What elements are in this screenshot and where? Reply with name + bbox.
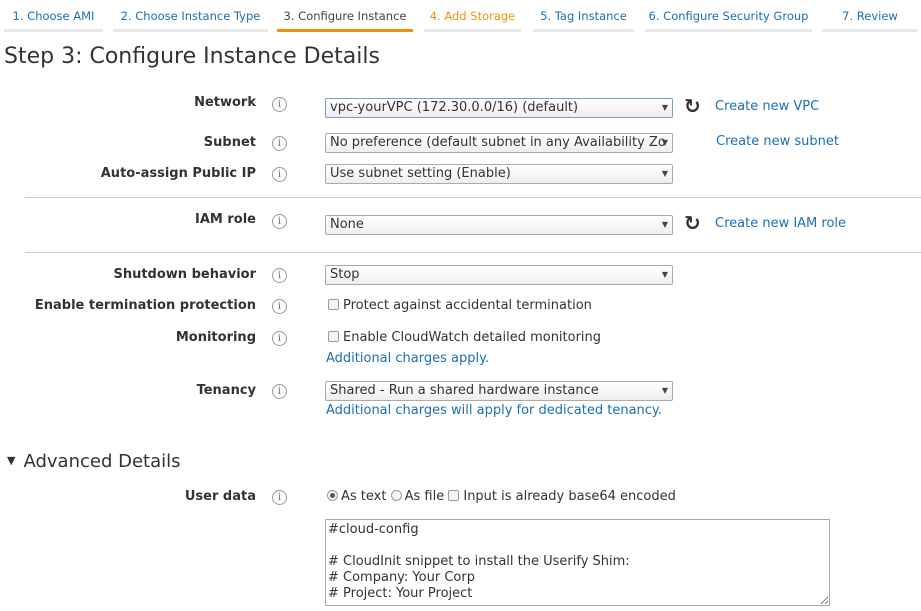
monitoring-label: Monitoring (175, 330, 256, 345)
iam-select[interactable]: None ▼ (325, 215, 673, 235)
refresh-icon[interactable]: ↻ (684, 213, 701, 233)
as-file-label[interactable]: As file (405, 489, 445, 504)
tenancy-select[interactable]: Shared - Run a shared hardware instance ▼ (325, 381, 673, 401)
create-vpc-link[interactable]: Create new VPC (715, 99, 819, 114)
as-text-label[interactable]: As text (341, 489, 386, 504)
termination-checkbox-label: Protect against accidental termination (343, 298, 592, 313)
create-iam-role-link[interactable]: Create new IAM role (715, 216, 846, 231)
termination-checkbox-row[interactable]: Protect against accidental termination (328, 298, 592, 313)
tenancy-charges-link[interactable]: Additional charges will apply for dedica… (326, 403, 662, 418)
monitoring-checkbox[interactable] (328, 331, 339, 342)
refresh-icon[interactable]: ↻ (684, 96, 701, 116)
base64-label[interactable]: Input is already base64 encoded (463, 489, 676, 504)
info-icon[interactable]: i (272, 299, 287, 314)
shutdown-value: Stop (330, 267, 360, 282)
monitoring-charges-link[interactable]: Additional charges apply. (326, 351, 489, 366)
chevron-down-icon: ▼ (661, 103, 668, 112)
network-value: vpc-yourVPC (172.30.0.0/16) (default) (330, 100, 579, 115)
chevron-down-icon: ▼ (661, 270, 668, 279)
tab-choose-instance-type[interactable]: 2. Choose Instance Type (113, 0, 268, 32)
public-ip-select[interactable]: Use subnet setting (Enable) ▼ (325, 164, 673, 184)
info-icon[interactable]: i (272, 268, 287, 283)
advanced-details-toggle[interactable]: ▼ Advanced Details (7, 451, 181, 472)
tab-choose-ami[interactable]: 1. Choose AMI (4, 0, 103, 32)
shutdown-label: Shutdown behavior (113, 267, 256, 282)
shutdown-select[interactable]: Stop ▼ (325, 265, 673, 285)
subnet-select[interactable]: No preference (default subnet in any Ava… (325, 133, 673, 153)
user-data-options: As text As file Input is already base64 … (327, 489, 676, 504)
tab-add-storage[interactable]: 4. Add Storage (424, 0, 521, 32)
subnet-label: Subnet (203, 135, 256, 150)
info-icon[interactable]: i (272, 331, 287, 346)
base64-checkbox[interactable] (448, 490, 460, 501)
chevron-down-icon: ▼ (661, 220, 668, 229)
public-ip-value: Use subnet setting (Enable) (330, 166, 511, 181)
info-icon[interactable]: i (272, 136, 287, 151)
monitoring-checkbox-row[interactable]: Enable CloudWatch detailed monitoring (328, 330, 601, 345)
network-label: Network (194, 95, 256, 110)
info-icon[interactable]: i (272, 214, 287, 229)
network-select[interactable]: vpc-yourVPC (172.30.0.0/16) (default) ▼ (325, 98, 673, 118)
divider (25, 252, 921, 253)
info-icon[interactable]: i (272, 167, 287, 182)
info-icon[interactable]: i (272, 490, 287, 505)
monitoring-checkbox-label: Enable CloudWatch detailed monitoring (343, 330, 602, 345)
user-data-label: User data (184, 489, 256, 504)
advanced-details-title: Advanced Details (23, 451, 181, 472)
user-data-textarea[interactable]: #cloud-config # CloudInit snippet to ins… (325, 519, 830, 606)
tab-tag-instance[interactable]: 5. Tag Instance (533, 0, 634, 32)
iam-label: IAM role (195, 212, 256, 227)
iam-value: None (330, 217, 364, 232)
public-ip-label: Auto-assign Public IP (100, 166, 256, 181)
as-file-radio[interactable] (390, 490, 402, 501)
tab-review[interactable]: 7. Review (822, 0, 918, 32)
termination-label: Enable termination protection (34, 298, 256, 313)
divider (25, 197, 921, 198)
subnet-value: No preference (default subnet in any Ava… (330, 135, 666, 150)
termination-checkbox[interactable] (328, 299, 339, 310)
tenancy-value: Shared - Run a shared hardware instance (330, 383, 599, 398)
tab-configure-instance[interactable]: 3. Configure Instance (277, 0, 413, 32)
caret-down-icon: ▼ (7, 454, 16, 467)
chevron-down-icon: ▼ (661, 169, 668, 178)
chevron-down-icon: ▼ (661, 386, 668, 395)
info-icon[interactable]: i (272, 97, 287, 112)
create-subnet-link[interactable]: Create new subnet (716, 134, 839, 149)
as-text-radio[interactable] (327, 490, 338, 501)
tab-configure-security-group[interactable]: 6. Configure Security Group (645, 0, 812, 32)
page-title: Step 3: Configure Instance Details (4, 44, 380, 69)
info-icon[interactable]: i (272, 384, 287, 399)
tenancy-label: Tenancy (196, 383, 256, 398)
chevron-down-icon: ▼ (661, 138, 668, 147)
